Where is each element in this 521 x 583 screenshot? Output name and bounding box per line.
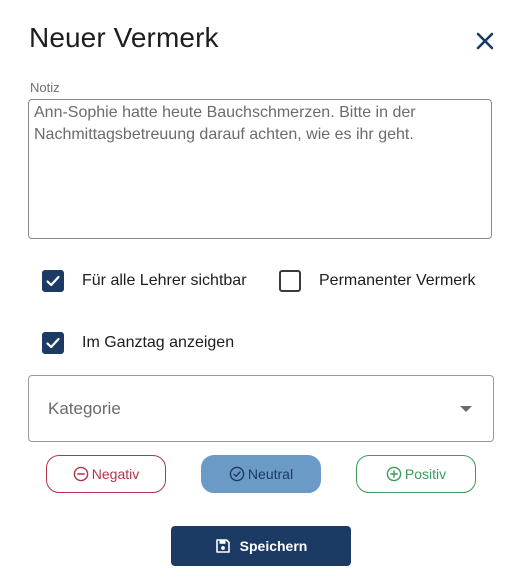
checkbox-ganztag[interactable]: Im Ganztag anzeigen: [42, 332, 234, 354]
checkbox-all-teachers[interactable]: Für alle Lehrer sichtbar: [42, 270, 247, 292]
checkbox-all-teachers-box[interactable]: [42, 270, 64, 292]
note-label: Notiz: [30, 80, 60, 95]
plus-circle-icon: [386, 466, 402, 482]
save-label: Speichern: [239, 538, 308, 554]
checkbox-permanent[interactable]: Permanenter Vermerk: [279, 270, 476, 292]
dropdown-arrow-icon: [460, 406, 472, 412]
check-circle-icon: [229, 466, 245, 482]
sentiment-negativ-label: Negativ: [91, 466, 140, 482]
sentiment-neutral-label: Neutral: [247, 466, 294, 482]
category-select[interactable]: Kategorie: [28, 375, 494, 442]
checkbox-ganztag-label: Im Ganztag anzeigen: [82, 334, 235, 351]
minus-circle-icon: [73, 466, 89, 482]
save-icon: [215, 538, 231, 554]
dialog-title: Neuer Vermerk: [29, 22, 219, 53]
sentiment-neutral-button[interactable]: Neutral: [201, 455, 321, 493]
checkbox-ganztag-box[interactable]: [42, 332, 64, 354]
note-dialog: Neuer Vermerk Notiz Für alle Lehrer sich…: [0, 0, 521, 583]
checkbox-permanent-box[interactable]: [279, 270, 301, 292]
sentiment-negativ-button[interactable]: Negativ: [46, 455, 166, 493]
close-button[interactable]: [472, 28, 498, 54]
checkmark-icon: [46, 337, 60, 349]
sentiment-positiv-button[interactable]: Positiv: [356, 455, 476, 493]
checkmark-icon: [46, 275, 60, 287]
save-button[interactable]: Speichern: [171, 526, 351, 566]
checkbox-all-teachers-label: Für alle Lehrer sichtbar: [82, 272, 247, 289]
sentiment-positiv-label: Positiv: [404, 466, 447, 482]
close-icon: [476, 32, 494, 50]
note-textarea[interactable]: [28, 99, 492, 239]
category-placeholder: Kategorie: [48, 399, 121, 418]
checkbox-permanent-label: Permanenter Vermerk: [319, 272, 476, 289]
